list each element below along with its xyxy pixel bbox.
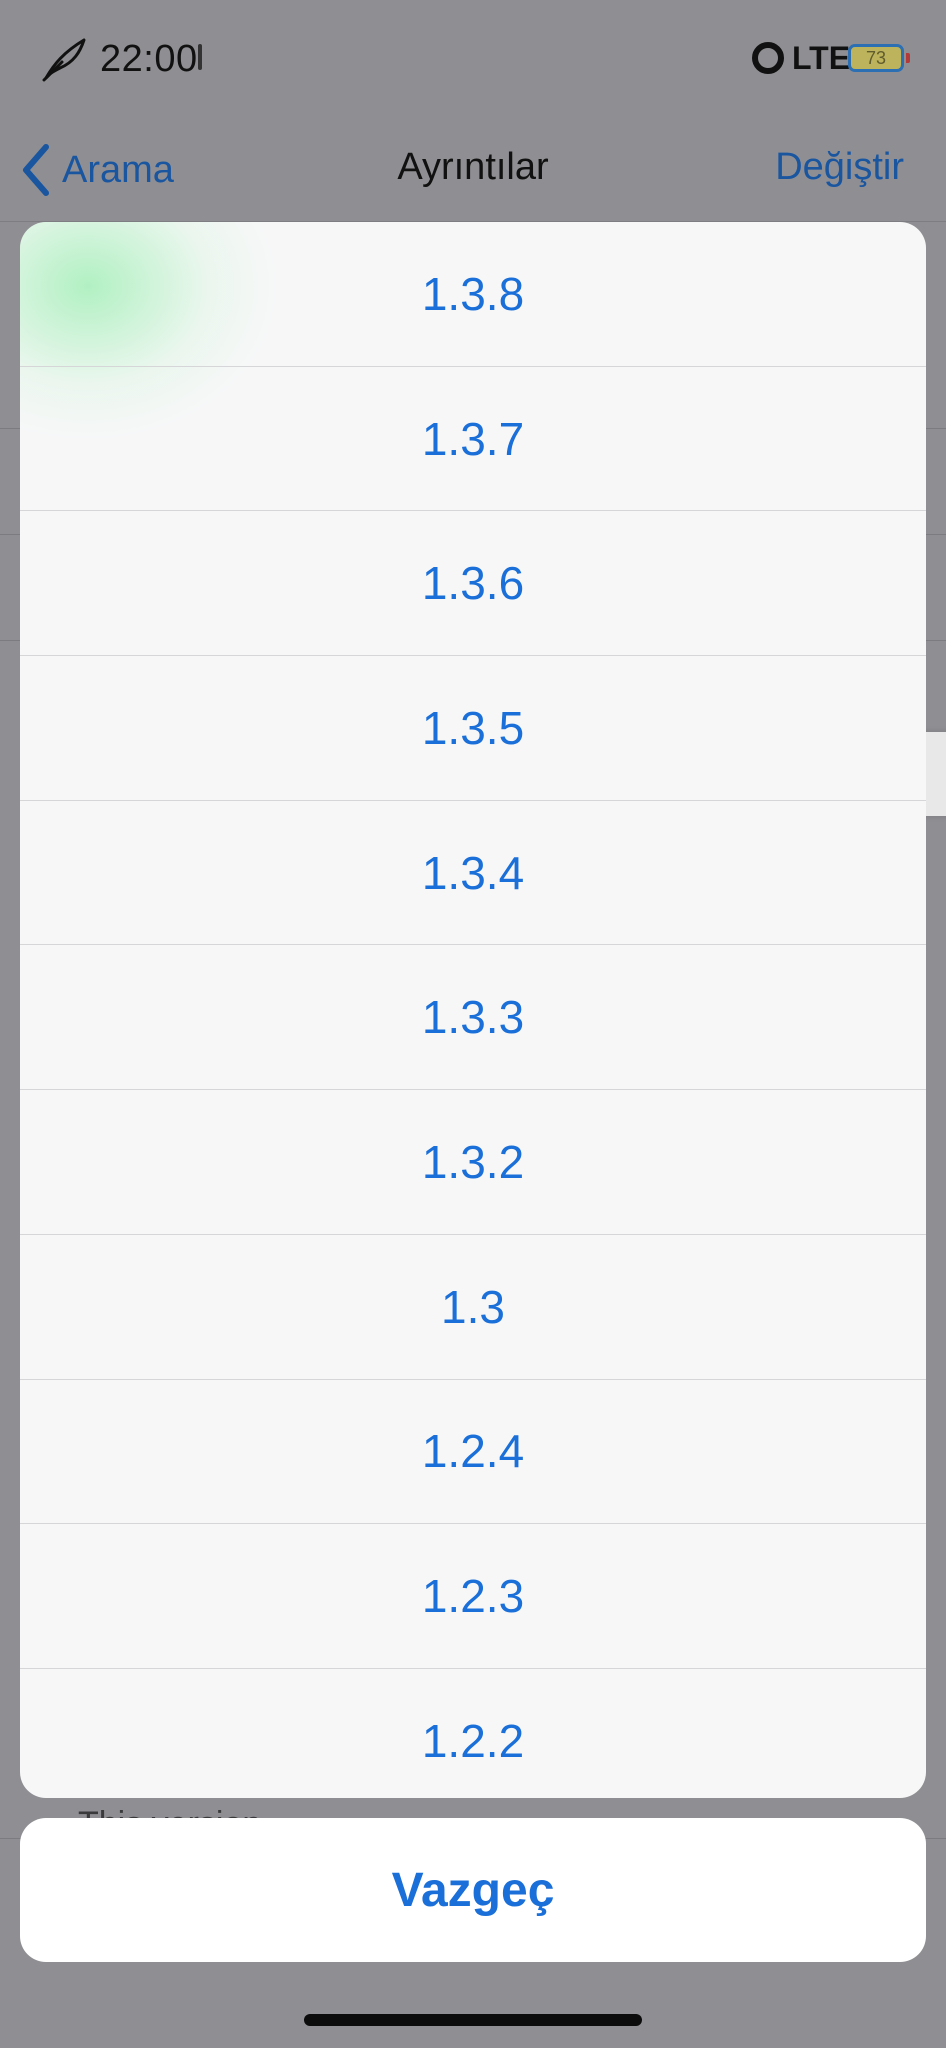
- version-option[interactable]: 1.3.5: [20, 656, 926, 801]
- battery-icon: 73: [848, 44, 904, 72]
- navigation-bar: Arama Ayrıntılar Değiştir: [0, 120, 946, 222]
- version-option[interactable]: 1.3.7: [20, 367, 926, 512]
- feather-icon: [42, 38, 86, 82]
- version-option[interactable]: 1.3.3: [20, 945, 926, 1091]
- status-time: 22:00: [100, 38, 198, 80]
- network-label: LTE: [792, 40, 851, 76]
- version-option[interactable]: 1.3: [20, 1235, 926, 1380]
- charging-indicator-icon: [198, 44, 202, 70]
- battery-level: 73: [865, 48, 887, 68]
- version-option[interactable]: 1.3.6: [20, 511, 926, 657]
- home-indicator[interactable]: [304, 2014, 642, 2026]
- version-option[interactable]: 1.3.4: [20, 801, 926, 946]
- version-option[interactable]: 1.3.8: [20, 222, 926, 367]
- edit-button[interactable]: Değiştir: [775, 146, 904, 189]
- version-action-sheet: 1.3.8 1.3.7 1.3.6 1.3.5 1.3.4 1.3.3 1.3.…: [20, 222, 926, 1798]
- version-option[interactable]: 1.2.2: [20, 1669, 926, 1798]
- battery-tip-icon: [906, 53, 910, 63]
- cancel-button[interactable]: Vazgeç: [20, 1818, 926, 1962]
- version-option[interactable]: 1.3.2: [20, 1090, 926, 1235]
- status-bar: 22:00 LTE 73: [0, 0, 946, 120]
- version-option[interactable]: 1.2.4: [20, 1380, 926, 1525]
- version-option[interactable]: 1.2.3: [20, 1524, 926, 1669]
- activity-ring-icon: [752, 42, 784, 74]
